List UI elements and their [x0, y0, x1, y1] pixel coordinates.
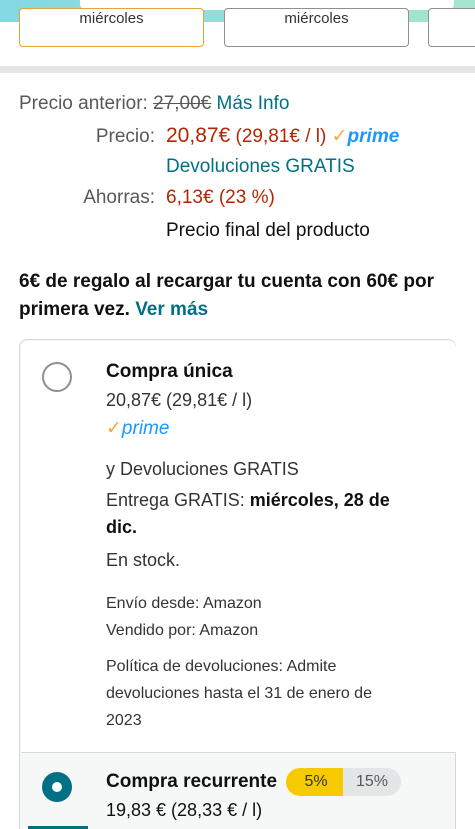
subscribe-radio[interactable] — [42, 772, 72, 802]
savings-label: Ahorras: — [83, 187, 155, 208]
one-time-prime-badge: ✓prime — [106, 418, 170, 439]
discount-tier-5: 5% — [286, 768, 346, 796]
previous-price-row: Precio anterior: 27,00€ Más Info — [19, 93, 289, 115]
return-policy-line3: 2023 — [106, 712, 142, 729]
purchase-options-box — [19, 339, 456, 829]
subscribe-price: 19,83 € (28,33 € / l) — [106, 800, 263, 820]
subscribe-title: Compra recurrente — [106, 771, 278, 792]
one-time-returns: y Devoluciones GRATIS — [106, 459, 299, 479]
delivery-date-label: miércoles — [79, 10, 144, 27]
section-divider — [0, 66, 475, 73]
delivery-date-cont: dic. — [106, 517, 138, 537]
return-policy[interactable]: Política de devoluciones: Admite — [106, 658, 336, 676]
prime-check-icon: ✓ — [106, 418, 122, 439]
ships-from: Envío desde: Amazon — [106, 595, 262, 612]
delivery-date-option-1[interactable]: miércoles — [19, 8, 204, 47]
unit-price: (29,81€ / l) — [235, 126, 327, 147]
delivery-date-label: miércoles — [284, 10, 349, 27]
promo-link[interactable]: Ver más — [135, 299, 208, 320]
price-value: 20,87€ — [166, 124, 231, 147]
discount-tier-15: 15% — [343, 768, 401, 796]
previous-price-label: Precio anterior: — [19, 93, 148, 114]
delivery-date-option-3[interactable] — [428, 8, 475, 47]
more-info-link[interactable]: Más Info — [217, 93, 290, 114]
return-policy-line2: devoluciones hasta el 31 de enero de — [106, 685, 372, 702]
stock-status: En stock. — [106, 550, 181, 570]
promo-banner: 6€ de regalo al recargar tu cuenta con 6… — [19, 268, 459, 324]
one-time-price: 20,87€ (29,81€ / l) — [106, 390, 253, 410]
prime-badge: ✓prime — [331, 126, 400, 147]
final-price-note: Precio final del producto — [166, 220, 370, 241]
savings-value: 6,13€ (23 %) — [166, 187, 275, 208]
price-row: 20,87€ (29,81€ / l) ✓prime — [166, 124, 399, 148]
delivery-date: miércoles, 28 de — [249, 490, 390, 510]
one-time-delivery: Entrega GRATIS: miércoles, 28 de — [106, 490, 390, 510]
one-time-radio[interactable] — [42, 362, 72, 392]
one-time-title: Compra única — [106, 361, 233, 382]
promo-text: 6€ de regalo al recargar tu cuenta con 6… — [19, 271, 434, 320]
free-returns-link[interactable]: Devoluciones GRATIS — [166, 156, 355, 178]
sold-by: Vendido por: Amazon — [106, 622, 259, 639]
price-label: Precio: — [95, 126, 155, 147]
previous-price-value: 27,00€ — [153, 93, 212, 114]
delivery-date-option-2[interactable]: miércoles — [224, 8, 409, 47]
prime-check-icon: ✓ — [331, 126, 348, 147]
